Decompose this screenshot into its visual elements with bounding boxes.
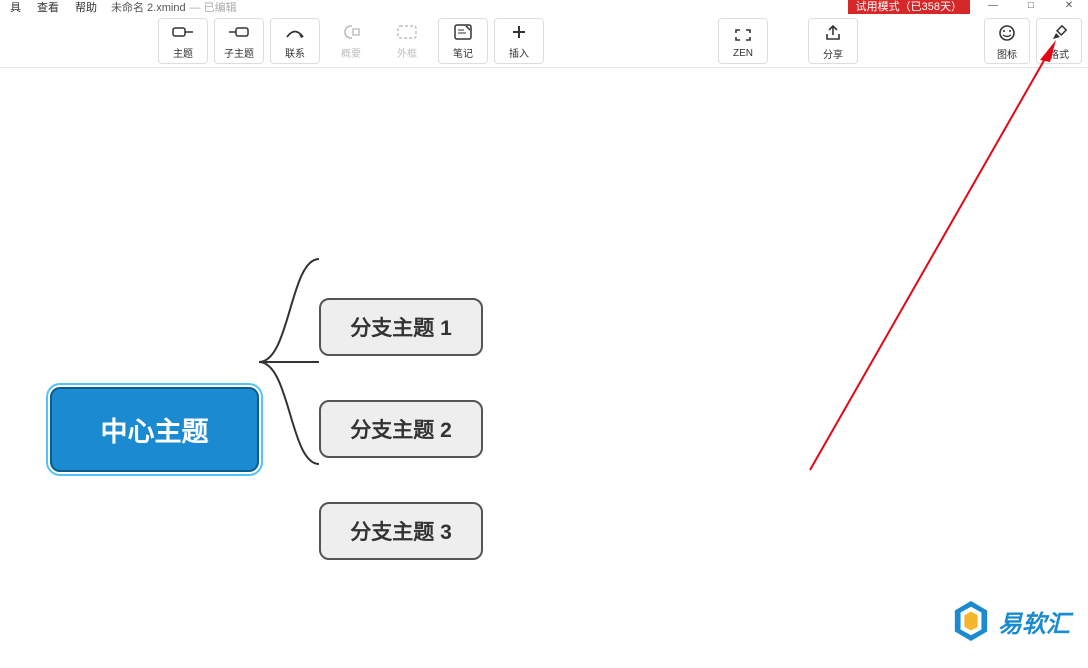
share-label: 分享 xyxy=(823,46,843,61)
menu-view[interactable]: 查看 xyxy=(29,0,67,15)
summary-label: 概要 xyxy=(341,45,361,60)
relation-label: 联系 xyxy=(285,45,305,60)
share-icon xyxy=(825,22,841,44)
fullscreen-icon xyxy=(734,24,752,46)
trial-mode-badge[interactable]: 试用模式（已358天） xyxy=(848,0,970,14)
watermark-logo: 易软汇 xyxy=(952,599,1070,643)
notes-button[interactable]: 笔记 xyxy=(438,18,488,64)
watermark-text: 易软汇 xyxy=(998,604,1070,639)
toolbar: 主题 子主题 联系 概要 外框 笔记 插入 ZEN xyxy=(0,14,1088,68)
branch-topic-node-1[interactable]: 分支主题 1 xyxy=(319,298,483,356)
notes-icon xyxy=(454,21,472,43)
central-topic-node[interactable]: 中心主题 xyxy=(50,387,259,472)
window-minimize-button[interactable]: — xyxy=(974,0,1012,14)
subtopic-button[interactable]: 子主题 xyxy=(214,18,264,64)
brush-icon xyxy=(1050,22,1068,44)
icons-label: 图标 xyxy=(997,46,1017,61)
window-close-button[interactable]: ✕ xyxy=(1050,0,1088,14)
topic-label: 主题 xyxy=(173,45,193,60)
format-button[interactable]: 格式 xyxy=(1036,18,1082,64)
subtopic-icon xyxy=(228,21,250,43)
branch-topic-node-3[interactable]: 分支主题 3 xyxy=(319,502,483,560)
connector-lines xyxy=(0,68,600,668)
notes-label: 笔记 xyxy=(453,45,473,60)
topic-icon xyxy=(172,21,194,43)
icons-button[interactable]: 图标 xyxy=(984,18,1030,64)
insert-label: 插入 xyxy=(509,45,529,60)
relation-button[interactable]: 联系 xyxy=(270,18,320,64)
format-label: 格式 xyxy=(1049,46,1069,61)
zen-label: ZEN xyxy=(733,48,753,59)
subtopic-label: 子主题 xyxy=(224,45,254,60)
window-maximize-button[interactable]: □ xyxy=(1012,0,1050,14)
share-button[interactable]: 分享 xyxy=(808,18,858,64)
mindmap-canvas[interactable]: 中心主题 分支主题 1 分支主题 2 分支主题 3 xyxy=(0,68,1088,653)
document-status: — 已编辑 xyxy=(190,0,237,15)
plus-icon xyxy=(511,21,527,43)
insert-button[interactable]: 插入 xyxy=(494,18,544,64)
boundary-button: 外框 xyxy=(382,18,432,64)
boundary-label: 外框 xyxy=(397,45,417,60)
summary-button: 概要 xyxy=(326,18,376,64)
relation-icon xyxy=(284,21,306,43)
topic-button[interactable]: 主题 xyxy=(158,18,208,64)
menu-tools[interactable]: 具 xyxy=(2,0,29,15)
document-filename: 未命名 2.xmind xyxy=(111,0,186,15)
zen-button[interactable]: ZEN xyxy=(718,18,768,64)
summary-icon xyxy=(342,21,360,43)
menu-help[interactable]: 帮助 xyxy=(67,0,105,15)
branch-topic-node-2[interactable]: 分支主题 2 xyxy=(319,400,483,458)
titlebar: 具 查看 帮助 未命名 2.xmind — 已编辑 试用模式（已358天） — … xyxy=(0,0,1088,14)
smile-icon xyxy=(998,22,1016,44)
boundary-icon xyxy=(397,21,417,43)
hex-icon xyxy=(952,599,990,643)
